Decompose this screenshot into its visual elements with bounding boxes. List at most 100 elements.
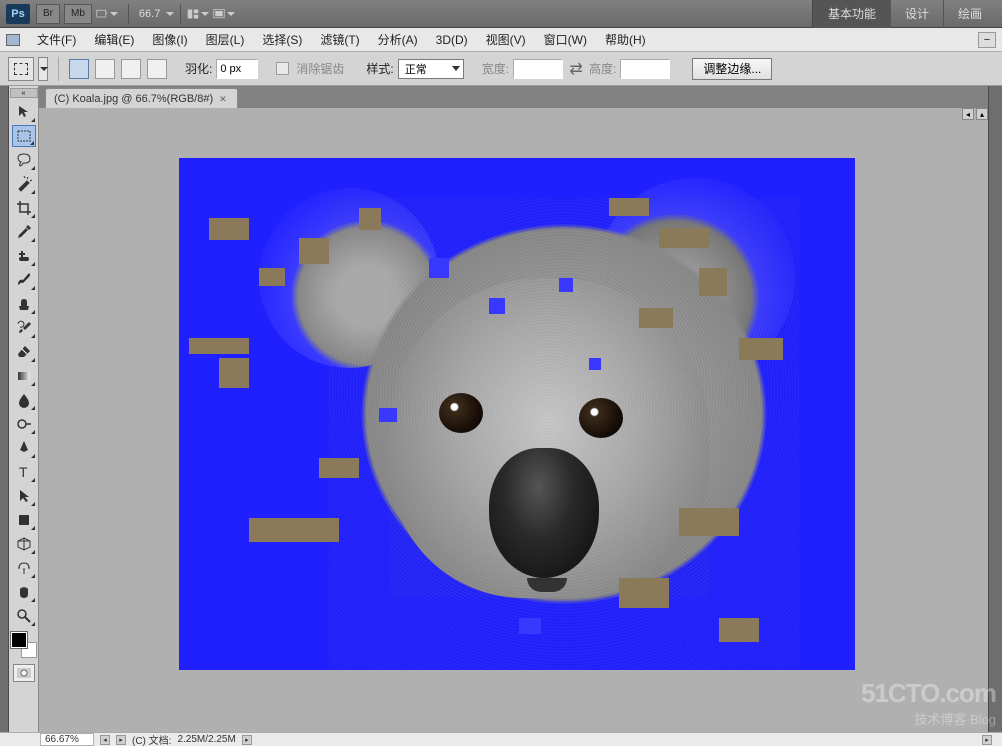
canvas-viewport[interactable]: ◂ ▴ (39, 108, 988, 734)
view-extras-icon[interactable] (96, 4, 118, 24)
document-tab-title: (C) Koala.jpg @ 66.7%(RGB/8#) (54, 93, 213, 105)
status-scroll-left-icon[interactable]: ◂ (100, 735, 110, 745)
feather-label: 羽化: (185, 60, 212, 77)
menu-view[interactable]: 视图(V) (477, 28, 535, 52)
menu-file[interactable]: 文件(F) (28, 28, 85, 52)
marquee-tool-icon[interactable] (12, 125, 36, 147)
type-tool-icon[interactable]: T (12, 461, 36, 483)
tool-preset-icon[interactable] (8, 57, 34, 81)
dodge-tool-icon[interactable] (12, 413, 36, 435)
menu-filter[interactable]: 滤镜(T) (311, 28, 368, 52)
svg-text:T: T (19, 464, 28, 480)
status-scroll-right-icon[interactable]: ▸ (116, 735, 126, 745)
path-selection-tool-icon[interactable] (12, 485, 36, 507)
toolbox-collapse-icon[interactable]: « (10, 88, 38, 98)
quickmask-icon[interactable] (13, 664, 35, 682)
workspace-tab-basic[interactable]: 基本功能 (813, 0, 890, 28)
menu-edit[interactable]: 编辑(E) (85, 28, 143, 52)
document-area: (C) Koala.jpg @ 66.7%(RGB/8#) ✕ ◂ ▴ (39, 86, 988, 734)
height-label: 高度: (589, 60, 616, 77)
shape-tool-icon[interactable] (12, 509, 36, 531)
workspace-tab-paint[interactable]: 绘画 (943, 0, 996, 28)
selection-add-icon[interactable] (95, 59, 115, 79)
scroll-up-icon[interactable]: ▴ (976, 108, 988, 120)
arrange-docs-icon[interactable] (187, 4, 209, 24)
blur-tool-icon[interactable] (12, 389, 36, 411)
separator (180, 4, 181, 24)
scroll-left-icon[interactable]: ◂ (962, 108, 974, 120)
image-content (579, 398, 623, 438)
toolbox: « T (9, 86, 39, 734)
eyedropper-tool-icon[interactable] (12, 221, 36, 243)
zoom-level[interactable]: 66.7 (135, 8, 164, 20)
brush-tool-icon[interactable] (12, 269, 36, 291)
status-doc-size: 2.25M/2.25M (177, 734, 235, 745)
status-doc-label: (C) 文档: (132, 732, 171, 747)
separator (128, 4, 129, 24)
status-scroll-right2-icon[interactable]: ▸ (982, 735, 992, 745)
antialias-label: 消除锯齿 (296, 60, 344, 77)
menu-help[interactable]: 帮助(H) (596, 28, 655, 52)
width-label: 宽度: (482, 60, 509, 77)
crop-tool-icon[interactable] (12, 197, 36, 219)
selection-intersect-icon[interactable] (147, 59, 167, 79)
menu-image[interactable]: 图像(I) (143, 28, 196, 52)
magic-wand-tool-icon[interactable] (12, 173, 36, 195)
separator (58, 57, 59, 81)
workspace-tabs: 基本功能 设计 绘画 (812, 0, 996, 28)
menubar: 文件(F) 编辑(E) 图像(I) 图层(L) 选择(S) 滤镜(T) 分析(A… (0, 28, 1002, 52)
minibridge-button[interactable]: Mb (64, 4, 92, 24)
status-menu-icon[interactable]: ▸ (242, 735, 252, 745)
bridge-button[interactable]: Br (36, 4, 60, 24)
ps-file-icon (6, 34, 20, 46)
gradient-tool-icon[interactable] (12, 365, 36, 387)
close-tab-icon[interactable]: ✕ (219, 94, 229, 104)
left-dock-strip[interactable] (0, 86, 9, 734)
menu-layer[interactable]: 图层(L) (197, 28, 254, 52)
selection-subtract-icon[interactable] (121, 59, 141, 79)
style-select[interactable]: 正常 (398, 59, 464, 79)
selection-new-icon[interactable] (69, 59, 89, 79)
healing-brush-tool-icon[interactable] (12, 245, 36, 267)
status-zoom[interactable]: 66.67% (40, 733, 94, 746)
foreground-color-swatch[interactable] (11, 632, 27, 648)
width-input (513, 59, 563, 79)
history-brush-tool-icon[interactable] (12, 317, 36, 339)
3d-camera-tool-icon[interactable] (12, 557, 36, 579)
menu-window[interactable]: 窗口(W) (535, 28, 596, 52)
menu-3d[interactable]: 3D(D) (427, 28, 477, 52)
options-bar: 羽化: 消除锯齿 样式: 正常 宽度: ⇄ 高度: 调整边缘... (0, 52, 1002, 86)
feather-input[interactable] (216, 59, 258, 79)
refine-edge-button[interactable]: 调整边缘... (692, 58, 772, 80)
screen-mode-icon[interactable] (213, 4, 235, 24)
image-content (489, 448, 599, 578)
tool-preset-dropdown[interactable] (38, 57, 48, 81)
document-tab[interactable]: (C) Koala.jpg @ 66.7%(RGB/8#) ✕ (45, 88, 238, 108)
pen-tool-icon[interactable] (12, 437, 36, 459)
menu-analysis[interactable]: 分析(A) (369, 28, 427, 52)
photoshop-logo: Ps (6, 4, 30, 24)
lasso-tool-icon[interactable] (12, 149, 36, 171)
clone-stamp-tool-icon[interactable] (12, 293, 36, 315)
height-input (620, 59, 670, 79)
swap-dimensions-icon: ⇄ (567, 60, 585, 78)
statusbar: 66.67% ◂ ▸ (C) 文档: 2.25M/2.25M ▸ ▸ (0, 732, 1002, 746)
workspace-tab-design[interactable]: 设计 (890, 0, 943, 28)
antialias-checkbox (276, 62, 289, 75)
hand-tool-icon[interactable] (12, 581, 36, 603)
zoom-tool-icon[interactable] (12, 605, 36, 627)
color-swatch[interactable] (11, 632, 37, 658)
document-tabbar: (C) Koala.jpg @ 66.7%(RGB/8#) ✕ (39, 86, 988, 108)
3d-tools-icon[interactable] (12, 533, 36, 555)
app-titlebar: Ps Br Mb 66.7 基本功能 设计 绘画 (0, 0, 1002, 28)
minimize-icon[interactable]: – (978, 32, 996, 48)
menu-select[interactable]: 选择(S) (253, 28, 311, 52)
zoom-drop-icon[interactable] (166, 12, 174, 16)
image-content (439, 393, 483, 433)
eraser-tool-icon[interactable] (12, 341, 36, 363)
canvas[interactable] (179, 158, 855, 670)
move-tool-icon[interactable] (12, 101, 36, 123)
right-dock-strip[interactable] (988, 86, 1002, 734)
style-label: 样式: (366, 60, 393, 77)
workspace: « T (C) Koala.jpg @ 66.7%(RGB/8#) (0, 86, 1002, 734)
